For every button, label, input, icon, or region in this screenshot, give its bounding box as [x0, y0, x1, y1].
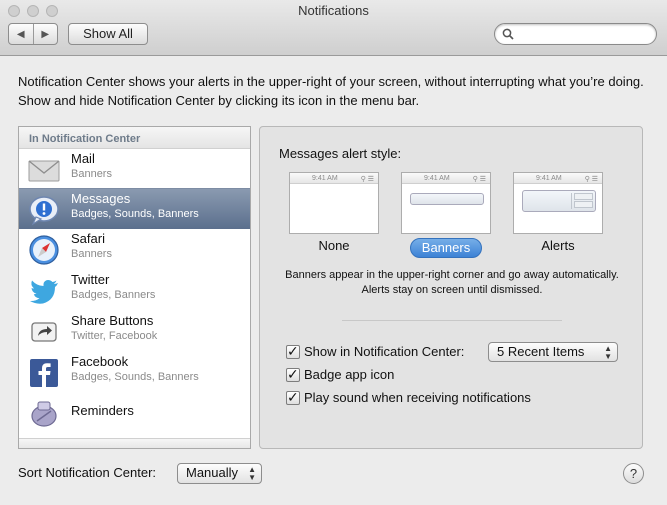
nav-buttons: ◀ ▶: [8, 23, 58, 45]
style-option-banners[interactable]: Banners: [410, 238, 482, 258]
forward-button[interactable]: ▶: [32, 24, 58, 44]
sidebar-item-sublabel: Badges, Sounds, Banners: [71, 208, 199, 220]
style-preview-none[interactable]: 9:41 AM ⚲ ☰: [289, 172, 379, 234]
help-button[interactable]: ?: [623, 463, 644, 484]
toolbar: Notifications ◀ ▶ Show All: [0, 0, 667, 56]
search-input[interactable]: [494, 23, 657, 45]
back-button[interactable]: ◀: [9, 24, 33, 44]
share-icon: [31, 322, 57, 342]
sidebar-item-sublabel: Badges, Banners: [71, 289, 156, 301]
sort-select[interactable]: Manually ▲ ▼: [177, 463, 262, 484]
alert-preview-shape: [522, 190, 596, 212]
facebook-icon: [30, 359, 58, 387]
sidebar-item-safari[interactable]: Safari Banners: [19, 229, 250, 270]
style-preview-alerts[interactable]: 9:41 AM ⚲ ☰: [513, 172, 603, 234]
app-list: In Notification Center Mail Banners Mess…: [18, 126, 251, 449]
badge-label: Badge app icon: [304, 367, 395, 382]
sidebar-item-label: Facebook: [71, 354, 129, 369]
sidebar-item-mail[interactable]: Mail Banners: [19, 149, 250, 190]
window-title: Notifications: [298, 3, 369, 18]
checkbox-box[interactable]: ✓: [286, 365, 300, 382]
safari-icon: [29, 235, 59, 265]
search-icon: [502, 28, 514, 40]
sidebar-item-reminders[interactable]: Reminders: [19, 393, 250, 434]
mail-icon: [28, 160, 60, 182]
checkmark-icon: ✓: [287, 365, 299, 382]
sidebar-item-share-buttons[interactable]: Share Buttons Twitter, Facebook: [19, 311, 250, 352]
preview-menubar: 9:41 AM ⚲ ☰: [402, 173, 490, 184]
sidebar-item-sublabel: Banners: [71, 248, 112, 260]
sound-label: Play sound when receiving notifications: [304, 390, 531, 405]
sidebar-item-facebook[interactable]: Facebook Badges, Sounds, Banners: [19, 352, 250, 393]
checkbox-box[interactable]: ✓: [286, 388, 300, 405]
select-arrows-icon: ▲ ▼: [604, 344, 612, 361]
sidebar-item-label: Mail: [71, 151, 95, 166]
alert-settings-panel: Messages alert style: 9:41 AM ⚲ ☰ 9:41 AM…: [259, 126, 643, 449]
sidebar-item-sublabel: Twitter, Facebook: [71, 330, 158, 342]
preview-menubar: 9:41 AM ⚲ ☰: [514, 173, 602, 184]
sidebar-item-label: Twitter: [71, 272, 110, 287]
checkbox-box[interactable]: ✓: [286, 342, 300, 359]
style-explanation: Banners appear in the upper-right corner…: [285, 269, 619, 296]
sidebar-item-label: Share Buttons: [71, 313, 154, 328]
description-text: Notification Center shows your alerts in…: [18, 74, 644, 108]
style-preview-banners[interactable]: 9:41 AM ⚲ ☰: [401, 172, 491, 234]
recent-items-select[interactable]: 5 Recent Items ▲ ▼: [488, 342, 618, 362]
preview-time: 9:41 AM: [312, 175, 338, 182]
preferences-window: Notifications ◀ ▶ Show All Notification …: [0, 0, 667, 505]
style-option-alerts[interactable]: Alerts: [513, 238, 603, 253]
sidebar-section-header: In Notification Center: [19, 127, 250, 149]
show-in-nc-label: Show in Notification Center:: [304, 344, 465, 359]
menubar-icons: ⚲ ☰: [360, 176, 374, 183]
recent-items-value: 5 Recent Items: [497, 344, 585, 359]
checkmark-icon: ✓: [287, 388, 299, 405]
sidebar-item-label: Messages: [71, 191, 131, 206]
sidebar-item-sublabel: Banners: [71, 168, 112, 180]
preview-time: 9:41 AM: [424, 175, 450, 182]
sidebar-item-label: Safari: [71, 231, 105, 246]
sidebar-item-sublabel: Badges, Sounds, Banners: [71, 371, 199, 383]
sidebar-item-label: Reminders: [71, 403, 134, 418]
select-arrows-icon: ▲ ▼: [248, 465, 256, 482]
reminders-icon: [31, 401, 57, 427]
style-option-none[interactable]: None: [289, 238, 379, 253]
sidebar-item-messages[interactable]: Messages Badges, Sounds, Banners: [19, 188, 250, 229]
banner-preview-shape: [410, 193, 484, 205]
show-in-nc-checkbox[interactable]: ✓ Show in Notification Center:: [286, 342, 465, 359]
badge-checkbox[interactable]: ✓ Badge app icon: [286, 365, 395, 382]
preview-menubar: 9:41 AM ⚲ ☰: [290, 173, 378, 184]
divider: [342, 320, 562, 321]
sort-value: Manually: [186, 465, 239, 480]
menubar-icons: ⚲ ☰: [472, 176, 486, 183]
checkmark-icon: ✓: [287, 342, 299, 359]
show-all-button[interactable]: Show All: [68, 23, 148, 45]
twitter-icon: [30, 280, 58, 304]
preview-time: 9:41 AM: [536, 175, 562, 182]
sound-checkbox[interactable]: ✓ Play sound when receiving notification…: [286, 388, 531, 405]
sidebar-item-twitter[interactable]: Twitter Badges, Banners: [19, 270, 250, 311]
alert-style-label: Messages alert style:: [279, 146, 402, 161]
sort-label: Sort Notification Center:: [18, 465, 157, 480]
menubar-icons: ⚲ ☰: [584, 176, 598, 183]
messages-icon: [29, 196, 59, 226]
sidebar-section-footer: [19, 438, 250, 448]
